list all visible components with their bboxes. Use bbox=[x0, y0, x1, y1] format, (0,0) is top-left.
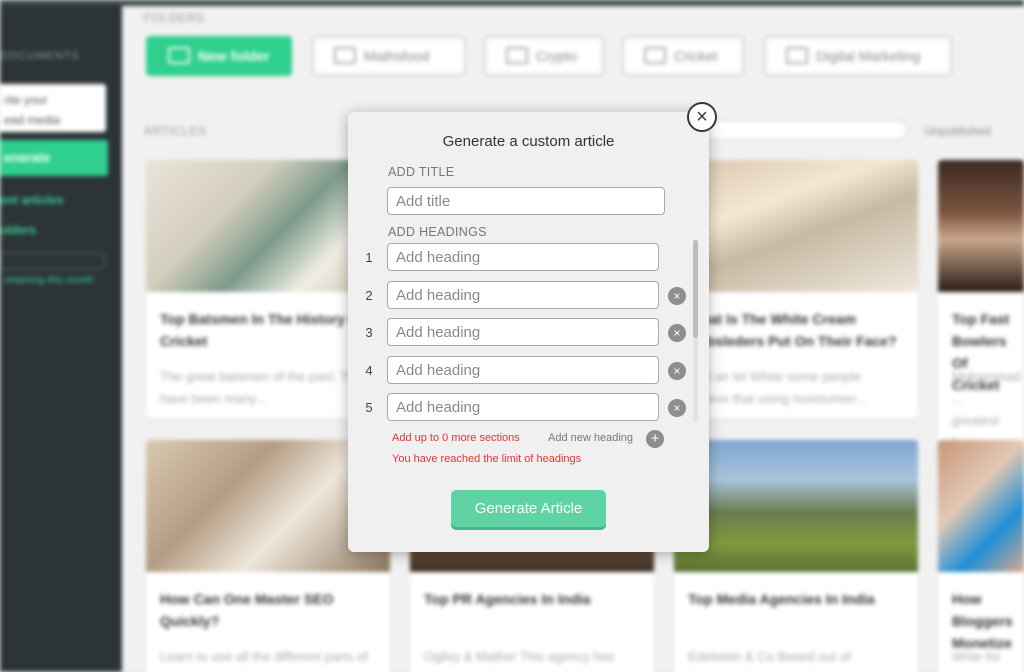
article-card[interactable]: What Is The White Cream Bobsleders Put O… bbox=[674, 160, 918, 418]
title-input[interactable] bbox=[387, 187, 665, 215]
add-title-label: ADD TITLE bbox=[388, 165, 455, 179]
article-excerpt: Learn to use all the different parts of … bbox=[160, 649, 368, 672]
heading-limit-warning: You have reached the limit of headings bbox=[392, 453, 582, 465]
remove-heading-icon[interactable]: × bbox=[668, 287, 686, 305]
add-new-heading-link[interactable]: Add new heading bbox=[548, 432, 633, 444]
heading-number: 4 bbox=[365, 363, 373, 378]
folder-mathsfood[interactable]: Mathsfood bbox=[312, 36, 466, 76]
heading-input-2[interactable] bbox=[387, 281, 659, 309]
sidebar-usage-bar bbox=[0, 252, 106, 270]
modal-title: Generate a custom article bbox=[442, 133, 615, 150]
folder-icon bbox=[334, 47, 356, 64]
folders-label: FOLDERS bbox=[144, 11, 205, 25]
sidebar-brand: DOCUMENTS bbox=[0, 50, 80, 62]
heading-number: 1 bbox=[365, 250, 373, 265]
folder-label: Mathsfood bbox=[364, 48, 430, 64]
add-headings-label: ADD HEADINGS bbox=[388, 225, 487, 239]
main-topline bbox=[122, 0, 1024, 6]
remove-heading-icon[interactable]: × bbox=[668, 399, 686, 417]
sidebar-prompt-line: ead media bbox=[4, 113, 61, 127]
custom-article-modal: Generate a custom article ADD TITLE ADD … bbox=[348, 112, 709, 552]
articles-label: ARTICLES bbox=[144, 124, 207, 138]
heading-number: 5 bbox=[365, 400, 373, 415]
sidebar-prompt-line: rite your bbox=[4, 93, 48, 107]
article-card[interactable]: How Bloggers Monetize Write for money... bbox=[938, 440, 1024, 672]
headings-scrollbar[interactable] bbox=[693, 240, 698, 338]
folder-label: New folder bbox=[198, 48, 270, 64]
heading-input-1[interactable] bbox=[387, 243, 659, 271]
sidebar-prompt-box[interactable]: rite your ead media bbox=[0, 84, 106, 132]
sidebar-topline bbox=[0, 0, 122, 6]
sidebar-generate-button[interactable]: enerate bbox=[0, 140, 108, 176]
folder-icon bbox=[644, 47, 666, 64]
article-title: How Bloggers Monetize bbox=[952, 591, 1013, 651]
article-search-input[interactable] bbox=[702, 120, 908, 140]
unpublished-filter[interactable]: Unpublished bbox=[924, 124, 991, 138]
article-title: Top Fast Bowlers Of Cricket bbox=[952, 311, 1010, 393]
article-image bbox=[938, 160, 1024, 292]
folder-icon bbox=[506, 47, 528, 64]
article-title: Top PR Agencies In India bbox=[424, 591, 591, 607]
remove-heading-icon[interactable]: × bbox=[668, 324, 686, 342]
sidebar-link-recent-articles[interactable]: ent articles bbox=[0, 193, 63, 207]
article-card[interactable]: Top Media Agencies In India Edelstein & … bbox=[674, 440, 918, 672]
article-title: How Can One Master SEO Quickly? bbox=[160, 591, 334, 629]
article-excerpt: Ogilvy & Mather This agency has been rep… bbox=[424, 649, 615, 672]
article-image bbox=[674, 160, 918, 292]
sidebar: DOCUMENTS rite your ead media enerate en… bbox=[0, 0, 122, 672]
folder-label: Cricket bbox=[674, 48, 718, 64]
heading-number: 3 bbox=[365, 325, 373, 340]
folder-label: Crypto bbox=[536, 48, 578, 64]
close-icon[interactable]: × bbox=[687, 102, 717, 132]
article-image bbox=[674, 440, 918, 572]
sidebar-usage-text: ontaining this month bbox=[4, 275, 94, 286]
sidebar-link-folders[interactable]: olders bbox=[0, 223, 36, 237]
folder-cricket[interactable]: Cricket bbox=[622, 36, 744, 76]
article-card[interactable]: Top Fast Bowlers Of Cricket Mohammad ...… bbox=[938, 160, 1024, 462]
folder-plus-icon bbox=[168, 47, 190, 64]
article-title: Top Media Agencies In India bbox=[688, 591, 875, 607]
generate-article-button[interactable]: Generate Article bbox=[451, 490, 606, 527]
folder-label: Digital Marketing bbox=[816, 48, 921, 64]
sections-remaining-note: Add up to 0 more sections bbox=[392, 432, 520, 444]
heading-input-4[interactable] bbox=[387, 356, 659, 384]
folder-icon bbox=[786, 47, 808, 64]
heading-number: 2 bbox=[365, 288, 373, 303]
article-title: What Is The White Cream Bobsleders Put O… bbox=[688, 311, 897, 349]
add-heading-plus-icon[interactable]: + bbox=[646, 430, 664, 448]
article-excerpt: Edelstein & Co Based out of Mumbai, Edel… bbox=[688, 649, 876, 672]
folder-digital-marketing[interactable]: Digital Marketing bbox=[764, 36, 952, 76]
heading-input-5[interactable] bbox=[387, 393, 659, 421]
remove-heading-icon[interactable]: × bbox=[668, 362, 686, 380]
article-excerpt: Bad air let White some people believe th… bbox=[688, 369, 867, 406]
new-folder-button[interactable]: New folder bbox=[146, 36, 292, 76]
folder-crypto[interactable]: Crypto bbox=[484, 36, 604, 76]
heading-input-3[interactable] bbox=[387, 318, 659, 346]
article-image bbox=[938, 440, 1024, 572]
